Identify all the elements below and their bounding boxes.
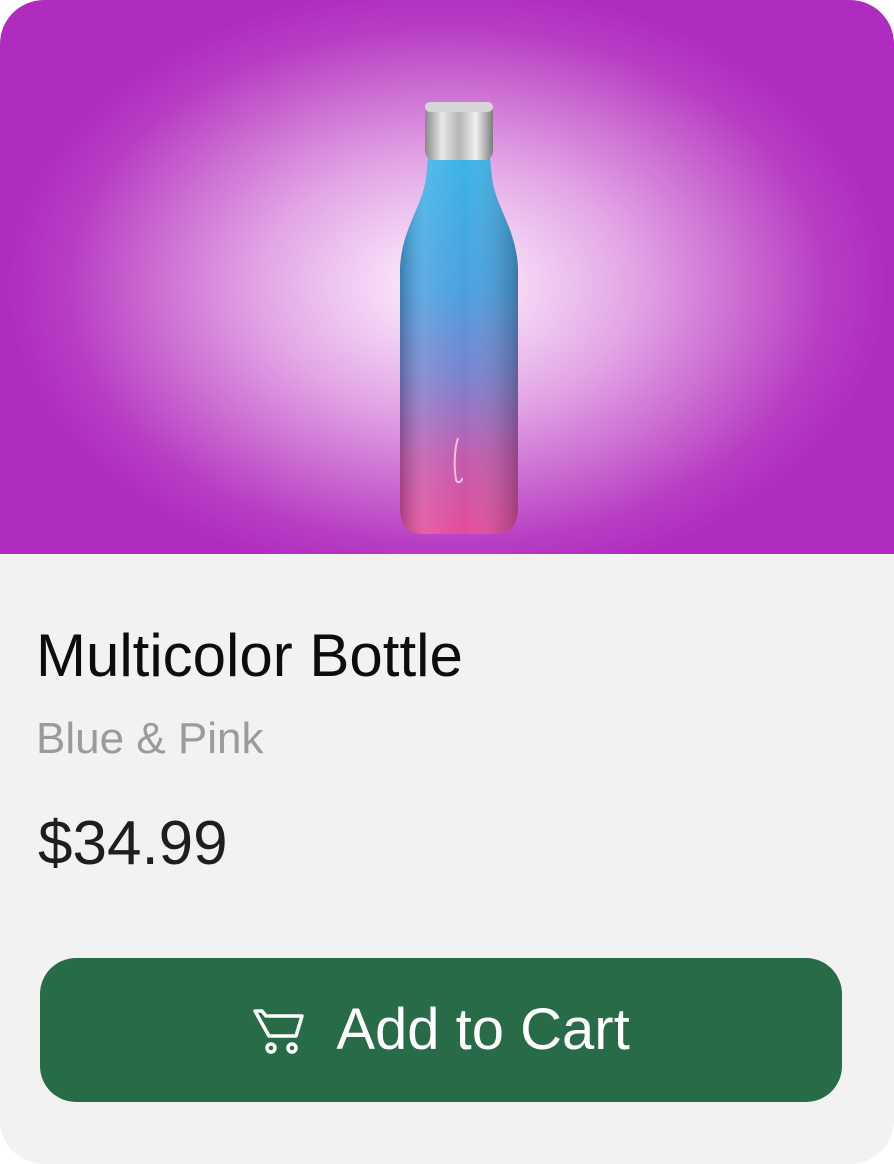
water-bottle-image [400, 102, 518, 534]
product-price: $34.99 [38, 809, 228, 878]
product-card: Multicolor Bottle Blue & Pink $34.99 Add… [0, 0, 894, 1164]
product-variant: Blue & Pink [36, 714, 264, 763]
product-image-area [0, 0, 894, 554]
product-title: Multicolor Bottle [36, 622, 463, 689]
add-to-cart-button[interactable]: Add to Cart [40, 958, 842, 1102]
shopping-cart-icon [253, 1009, 305, 1054]
add-to-cart-label: Add to Cart [336, 997, 630, 1062]
